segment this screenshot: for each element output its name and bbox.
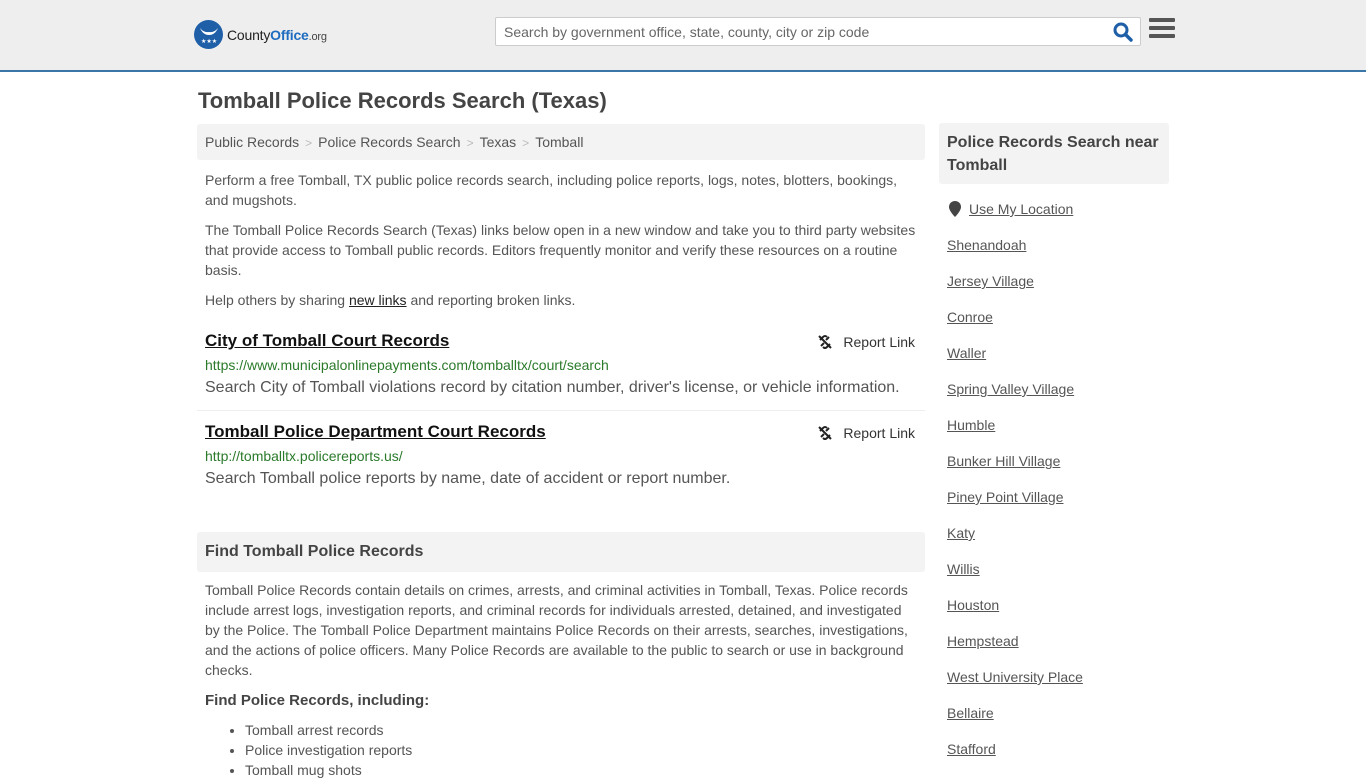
breadcrumb-separator: > [305,136,313,150]
search-icon [1113,22,1133,42]
city-link[interactable]: Houston [947,597,999,613]
city-link[interactable]: Bunker Hill Village [947,453,1060,469]
page-title: Tomball Police Records Search (Texas) [198,88,607,113]
list-item: Stafford [947,741,1083,777]
record-title-link[interactable]: Tomball Police Department Court Records [205,422,546,442]
eagle-stars-logo-icon: ★★★ [194,20,223,49]
share-paragraph: Help others by sharing new links and rep… [205,292,576,308]
record-description: Search Tomball police reports by name, d… [205,470,731,487]
city-link[interactable]: Shenandoah [947,237,1026,253]
list-item: Piney Point Village [947,489,1083,525]
list-item: Willis [947,561,1083,597]
city-link[interactable]: Hempstead [947,633,1019,649]
breadcrumb-tomball[interactable]: Tomball [535,134,583,150]
svg-text:★★★: ★★★ [201,38,217,45]
city-link[interactable]: Piney Point Village [947,489,1063,505]
search-button[interactable] [1112,21,1136,43]
record-url[interactable]: http://tomballtx.policereports.us/ [205,448,403,464]
record-url[interactable]: https://www.municipalonlinepayments.com/… [205,357,609,373]
city-link[interactable]: Stafford [947,741,996,757]
city-link[interactable]: Willis [947,561,980,577]
hamburger-menu-icon[interactable] [1149,18,1175,42]
breadcrumb-public-records[interactable]: Public Records [205,134,299,150]
logo-text: CountyOffice.org [227,26,327,43]
list-item: Jersey Village [947,273,1083,309]
city-link[interactable]: West University Place [947,669,1083,685]
city-link[interactable]: Jersey Village [947,273,1034,289]
list-item: Conroe [947,309,1083,345]
city-link[interactable]: Humble [947,417,995,433]
disclaimer-paragraph: The Tomball Police Records Search (Texas… [205,222,916,278]
list-item: Spring Valley Village [947,381,1083,417]
broken-link-icon [818,335,833,349]
city-link[interactable]: Katy [947,525,975,541]
breadcrumb-police-records-search[interactable]: Police Records Search [318,134,460,150]
report-link-button[interactable]: Report Link [817,425,915,441]
list-item: Katy [947,525,1083,561]
list-item: Police investigation reports [245,740,412,760]
list-item: Hempstead [947,633,1083,669]
list-item: Tomball arrest records [245,720,412,740]
find-records-subheading: Find Police Records, including: [205,692,430,709]
list-item: Bellaire [947,705,1083,741]
find-records-body: Tomball Police Records contain details o… [205,582,908,678]
list-item: Houston [947,597,1083,633]
search-input[interactable] [496,18,1106,45]
city-link[interactable]: Waller [947,345,986,361]
city-link[interactable]: Spring Valley Village [947,381,1074,397]
breadcrumb: Public Records > Police Records Search > Tex… [197,124,925,160]
list-item: Shenandoah [947,237,1083,273]
list-item: Bunker Hill Village [947,453,1083,489]
new-links-link[interactable]: new links [349,292,407,308]
report-link-button[interactable]: Report Link [817,334,915,350]
find-records-heading: Find Tomball Police Records [197,532,925,572]
intro-paragraph: Perform a free Tomball, TX public police… [205,172,898,208]
breadcrumb-texas[interactable]: Texas [480,134,517,150]
list-item: West University Place [947,669,1083,705]
use-my-location-link[interactable]: Use My Location [949,201,1073,217]
record-title-link[interactable]: City of Tomball Court Records [205,331,449,351]
broken-link-icon [818,426,833,440]
record-description: Search City of Tomball violations record… [205,379,900,396]
sidebar-heading: Police Records Search near Tomball [939,123,1169,184]
site-header: ★★★ CountyOffice.org [0,0,1366,72]
list-item: Waller [947,345,1083,381]
map-pin-icon [949,201,961,217]
city-link[interactable]: Conroe [947,309,993,325]
list-item: Humble [947,417,1083,453]
site-logo[interactable]: ★★★ CountyOffice.org [194,20,327,49]
city-link[interactable]: Bellaire [947,705,994,721]
nearby-cities-list: Shenandoah Jersey Village Conroe Waller … [947,237,1083,777]
list-item: Tomball mug shots [245,760,412,780]
find-records-list: Tomball arrest records Police investigat… [245,720,412,780]
record-divider [197,410,925,411]
breadcrumb-separator: > [466,136,474,150]
breadcrumb-separator: > [522,136,530,150]
search-box [495,17,1141,46]
